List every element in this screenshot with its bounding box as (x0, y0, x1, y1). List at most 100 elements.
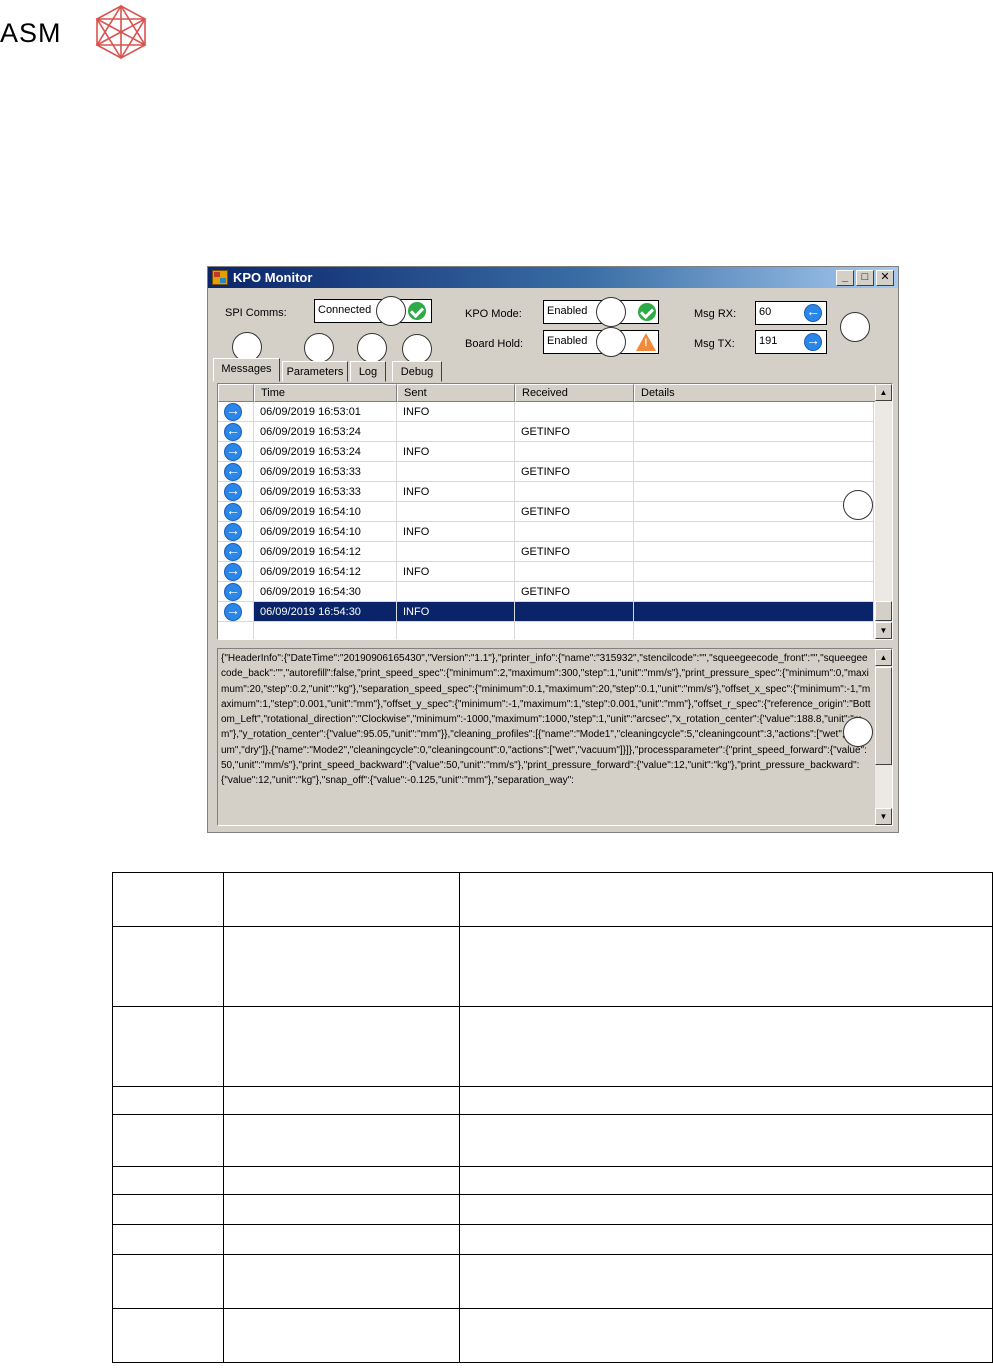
table-row[interactable]: ← 06/09/2019 16:53:33 GETINFO (218, 462, 874, 482)
cell-details (634, 522, 874, 542)
column-header-details[interactable]: Details (634, 384, 877, 402)
cell-sent: INFO (397, 482, 515, 502)
column-header-received[interactable]: Received (515, 384, 634, 402)
cell-details (634, 562, 874, 582)
kpo-mode-label: KPO Mode: (465, 308, 522, 320)
cell-sent: INFO (397, 402, 515, 422)
board-hold-label: Board Hold: (465, 338, 524, 350)
table-row[interactable]: → 06/09/2019 16:53:01 INFO (218, 402, 874, 422)
cell-time: 06/09/2019 16:53:33 (254, 482, 397, 502)
cell-time: 06/09/2019 16:54:12 (254, 562, 397, 582)
arrow-right-icon: → (224, 602, 242, 621)
scroll-thumb[interactable] (875, 601, 892, 621)
arrow-right-icon: → (224, 482, 242, 501)
warning-icon: ! (636, 333, 656, 351)
cell-time: 06/09/2019 16:54:30 (254, 602, 397, 622)
grid-scrollbar[interactable]: ▲ ▼ (875, 384, 892, 639)
arrow-left-icon: ← (224, 582, 242, 601)
scroll-up-button[interactable]: ▲ (875, 649, 892, 666)
cell-details (634, 502, 874, 522)
table-row[interactable]: → 06/09/2019 16:54:10 INFO (218, 522, 874, 542)
scroll-thumb[interactable] (875, 667, 892, 765)
table-row[interactable]: → 06/09/2019 16:53:24 INFO (218, 442, 874, 462)
cell-time: 06/09/2019 16:53:33 (254, 462, 397, 482)
cell-received (515, 482, 634, 502)
cell-sent (397, 582, 515, 602)
board-hold-text: Enabled (547, 335, 588, 347)
callout-marker (596, 327, 626, 357)
cell-time: 06/09/2019 16:54:12 (254, 542, 397, 562)
details-scrollbar[interactable]: ▲ ▼ (875, 649, 892, 825)
callout-marker (357, 333, 387, 363)
column-header-sent[interactable]: Sent (397, 384, 515, 402)
callout-marker (402, 334, 432, 364)
scroll-up-button[interactable]: ▲ (875, 384, 892, 401)
check-icon (408, 302, 426, 320)
cell-details (634, 402, 874, 422)
cell-received (515, 522, 634, 542)
logo-text: ASM (0, 18, 62, 48)
callout-marker (843, 717, 873, 747)
msg-rx-text: 60 (759, 306, 772, 318)
tab-parameters[interactable]: Parameters (282, 361, 348, 382)
callout-marker (304, 333, 334, 363)
empty-row (218, 622, 874, 639)
close-button[interactable]: ✕ (876, 270, 894, 286)
cell-time: 06/09/2019 16:54:10 (254, 502, 397, 522)
cell-sent: INFO (397, 522, 515, 542)
table-row[interactable]: ← 06/09/2019 16:54:10 GETINFO (218, 502, 874, 522)
cell-received: GETINFO (515, 422, 634, 442)
table-row[interactable]: → 06/09/2019 16:53:33 INFO (218, 482, 874, 502)
messages-grid[interactable]: Time Sent Received Details → 06/09/2019 1… (217, 383, 893, 640)
table-row[interactable]: → 06/09/2019 16:54:12 INFO (218, 562, 874, 582)
table-row[interactable]: ← 06/09/2019 16:54:12 GETINFO (218, 542, 874, 562)
arrow-right-icon: → (224, 562, 242, 581)
cell-received (515, 402, 634, 422)
arrow-left-icon: ← (224, 502, 242, 521)
cell-time: 06/09/2019 16:53:01 (254, 402, 397, 422)
cell-received (515, 442, 634, 462)
cell-sent: INFO (397, 562, 515, 582)
table-row[interactable]: → 06/09/2019 16:54:30 INFO (218, 602, 874, 622)
minimize-button[interactable]: _ (836, 270, 854, 286)
arrow-left-icon: ← (804, 303, 822, 322)
check-icon (638, 303, 656, 321)
cell-sent (397, 422, 515, 442)
cell-details (634, 462, 874, 482)
table-row[interactable]: ← 06/09/2019 16:54:30 GETINFO (218, 582, 874, 602)
window-title: KPO Monitor (233, 270, 313, 285)
cell-sent (397, 462, 515, 482)
cell-received: GETINFO (515, 542, 634, 562)
scroll-down-button[interactable]: ▼ (875, 808, 892, 825)
message-details-textbox[interactable]: {"HeaderInfo":{"DateTime":"2019090616543… (217, 648, 893, 826)
app-icon (212, 270, 228, 285)
scroll-down-button[interactable]: ▼ (875, 622, 892, 639)
title-bar: KPO Monitor _ □ ✕ (208, 267, 898, 288)
arrow-right-icon: → (224, 442, 242, 461)
maximize-button[interactable]: □ (856, 270, 874, 286)
callout-description-table (112, 872, 993, 1363)
cell-sent: INFO (397, 442, 515, 462)
arrow-right-icon: → (804, 332, 822, 351)
cell-sent (397, 502, 515, 522)
cell-details (634, 482, 874, 502)
kpo-monitor-window: KPO Monitor _ □ ✕ SPI Comms: Connected K… (207, 266, 899, 833)
cell-details (634, 542, 874, 562)
asm-logo: ASM (0, 2, 160, 60)
table-row[interactable]: ← 06/09/2019 16:53:24 GETINFO (218, 422, 874, 442)
column-header-icon[interactable] (218, 384, 254, 402)
callout-marker (840, 312, 870, 342)
grid-header: Time Sent Received Details (218, 384, 892, 402)
msg-rx-label: Msg RX: (694, 308, 737, 320)
cell-received: GETINFO (515, 502, 634, 522)
column-header-time[interactable]: Time (254, 384, 397, 402)
cell-details (634, 582, 874, 602)
tab-debug[interactable]: Debug (392, 361, 442, 382)
msg-tx-label: Msg TX: (694, 338, 735, 350)
kpo-mode-text: Enabled (547, 305, 588, 317)
spi-comms-text: Connected (318, 304, 372, 316)
tab-log[interactable]: Log (350, 361, 386, 382)
tab-messages[interactable]: Messages (213, 358, 280, 382)
cell-received (515, 562, 634, 582)
arrow-left-icon: ← (224, 462, 242, 481)
